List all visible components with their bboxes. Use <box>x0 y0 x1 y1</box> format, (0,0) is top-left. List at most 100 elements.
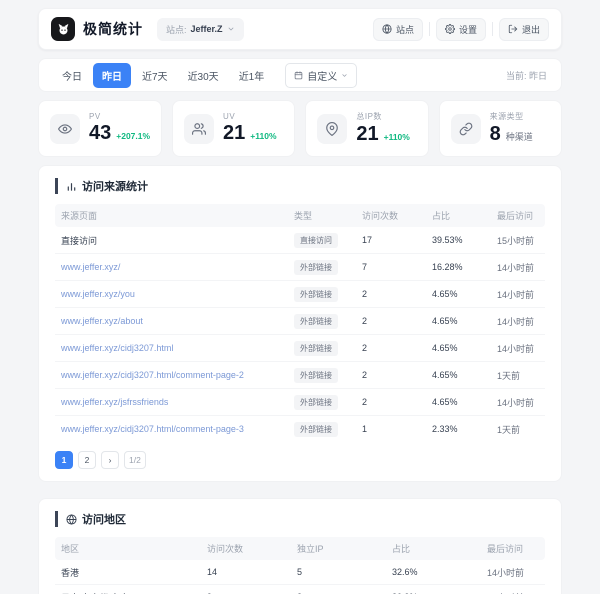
region-name: 香港 <box>61 566 207 579</box>
source-last-visit: 14小时前 <box>497 315 539 328</box>
source-page-link[interactable]: www.jeffer.xyz/ <box>61 262 294 272</box>
region-unique-ips: 5 <box>297 567 392 577</box>
source-last-visit: 1天前 <box>497 369 539 382</box>
source-visits: 17 <box>362 235 432 245</box>
source-type-badge: 外部链接 <box>294 341 338 356</box>
source-page-link[interactable]: www.jeffer.xyz/cidj3207.html/comment-pag… <box>61 424 294 434</box>
region-visits: 14 <box>207 567 297 577</box>
stat-value-source-type: 8 <box>490 123 501 146</box>
source-visits: 7 <box>362 262 432 272</box>
table-row: 日本 东京都 东京9220.9%19小时前 <box>55 585 545 594</box>
site-selector[interactable]: 站点: Jeffer.Z <box>157 18 244 41</box>
source-page-link[interactable]: www.jeffer.xyz/you <box>61 289 294 299</box>
source-visits: 2 <box>362 343 432 353</box>
filter-tab-yesterday[interactable]: 昨日 <box>93 63 131 88</box>
sources-section: 访问来源统计 来源页面类型访问次数占比最后访问 直接访问直接访问1739.53%… <box>38 165 562 482</box>
table-row: www.jeffer.xyz/cidj3207.html/comment-pag… <box>55 416 545 442</box>
source-type-badge: 外部链接 <box>294 314 338 329</box>
table-row: 直接访问直接访问1739.53%15小时前 <box>55 227 545 254</box>
custom-range-label: 自定义 <box>307 68 337 83</box>
regions-col-header-0: 地区 <box>61 542 207 555</box>
source-page-link[interactable]: www.jeffer.xyz/cidj3207.html/comment-pag… <box>61 370 294 380</box>
app-logo-icon <box>51 17 75 41</box>
header-button-site[interactable]: 站点 <box>373 18 423 41</box>
source-last-visit: 14小时前 <box>497 261 539 274</box>
stat-value-uv: 21 <box>223 122 245 145</box>
regions-col-header-2: 独立IP <box>297 542 392 555</box>
custom-range-button[interactable]: 自定义 <box>285 63 357 88</box>
table-row: www.jeffer.xyz/you外部链接24.65%14小时前 <box>55 281 545 308</box>
stat-suffix-source-type: 种渠道 <box>506 130 533 143</box>
source-type-cell: 外部链接 <box>294 395 362 410</box>
regions-section: 访问地区 地区访问次数独立IP占比最后访问 香港14532.6%14小时前日本 … <box>38 498 562 594</box>
stat-card-pv-content: PV43 +207.1% <box>89 112 150 145</box>
filter-tab-last1year[interactable]: 近1年 <box>230 63 274 88</box>
bar-chart-icon <box>66 181 77 192</box>
filter-tab-today[interactable]: 今日 <box>53 63 91 88</box>
chevron-down-icon <box>341 72 348 79</box>
chevron-down-icon <box>227 25 235 33</box>
source-type-badge: 外部链接 <box>294 422 338 437</box>
region-last-visit: 19小时前 <box>487 591 539 594</box>
stat-card-uv-content: UV21+110% <box>223 112 277 145</box>
sources-col-header-1: 类型 <box>294 209 362 222</box>
source-page-link[interactable]: www.jeffer.xyz/about <box>61 316 294 326</box>
source-share: 2.33% <box>432 424 497 434</box>
stat-cards: PV43+207.1%UV21+110%总IP数21+110%来源类型8种渠道 <box>38 100 562 157</box>
stat-delta-pv: +207.1% <box>116 131 150 141</box>
stat-value-total-ip: 21 <box>356 123 378 146</box>
pagination-indicator: 1/2 <box>124 451 146 469</box>
users-icon <box>184 114 214 144</box>
source-visits: 1 <box>362 424 432 434</box>
region-name: 日本 东京都 东京 <box>61 591 207 594</box>
source-share: 4.65% <box>432 289 497 299</box>
source-share: 4.65% <box>432 343 497 353</box>
stat-label-total-ip: 总IP数 <box>356 111 410 122</box>
stat-value-line-total-ip: 21+110% <box>356 123 410 146</box>
header-button-settings[interactable]: 设置 <box>436 18 486 41</box>
sources-pagination: 12 › 1/2 <box>55 451 545 469</box>
header-actions-divider <box>429 22 430 36</box>
filter-tab-last7days[interactable]: 近7天 <box>133 63 177 88</box>
source-share: 4.65% <box>432 316 497 326</box>
source-type-cell: 外部链接 <box>294 314 362 329</box>
table-row: www.jeffer.xyz/外部链接716.28%14小时前 <box>55 254 545 281</box>
stat-label-pv: PV <box>89 112 150 121</box>
source-type-badge: 外部链接 <box>294 287 338 302</box>
source-last-visit: 15小时前 <box>497 234 539 247</box>
filter-tab-last30days[interactable]: 近30天 <box>179 63 228 88</box>
stat-card-source-type: 来源类型8 种渠道 <box>439 100 562 157</box>
source-page-link[interactable]: www.jeffer.xyz/cidj3207.html <box>61 343 294 353</box>
regions-table-body: 香港14532.6%14小时前日本 东京都 东京9220.9%19小时前美国 加… <box>55 560 545 594</box>
source-type-cell: 外部链接 <box>294 341 362 356</box>
pagination-page-2[interactable]: 2 <box>78 451 96 469</box>
source-visits: 2 <box>362 370 432 380</box>
regions-table-header: 地区访问次数独立IP占比最后访问 <box>55 537 545 560</box>
stat-value-pv: 43 <box>89 122 111 145</box>
source-last-visit: 14小时前 <box>497 396 539 409</box>
pagination-page-1[interactable]: 1 <box>55 451 73 469</box>
gear-icon <box>445 24 455 34</box>
table-row: 香港14532.6%14小时前 <box>55 560 545 585</box>
table-row: www.jeffer.xyz/cidj3207.html外部链接24.65%14… <box>55 335 545 362</box>
sources-col-header-4: 最后访问 <box>497 209 539 222</box>
pagination-next-button[interactable]: › <box>101 451 119 469</box>
regions-col-header-4: 最后访问 <box>487 542 539 555</box>
source-page-text: 直接访问 <box>61 234 294 247</box>
source-type-badge: 外部链接 <box>294 395 338 410</box>
stat-value-line-pv: 43 +207.1% <box>89 122 150 145</box>
regions-section-title: 访问地区 <box>55 511 545 527</box>
source-type-cell: 外部链接 <box>294 368 362 383</box>
source-type-cell: 直接访问 <box>294 233 362 248</box>
date-filter-bar: 今日昨日近7天近30天近1年 自定义 当前: 昨日 <box>38 58 562 92</box>
stat-label-source-type: 来源类型 <box>490 111 533 122</box>
regions-col-header-1: 访问次数 <box>207 542 297 555</box>
header-button-logout[interactable]: 退出 <box>499 18 549 41</box>
source-visits: 2 <box>362 316 432 326</box>
source-visits: 2 <box>362 397 432 407</box>
sources-col-header-0: 来源页面 <box>61 209 294 222</box>
source-page-link[interactable]: www.jeffer.xyz/jsfrssfriends <box>61 397 294 407</box>
source-share: 4.65% <box>432 397 497 407</box>
stat-delta-uv: +110% <box>250 131 276 141</box>
source-share: 39.53% <box>432 235 497 245</box>
